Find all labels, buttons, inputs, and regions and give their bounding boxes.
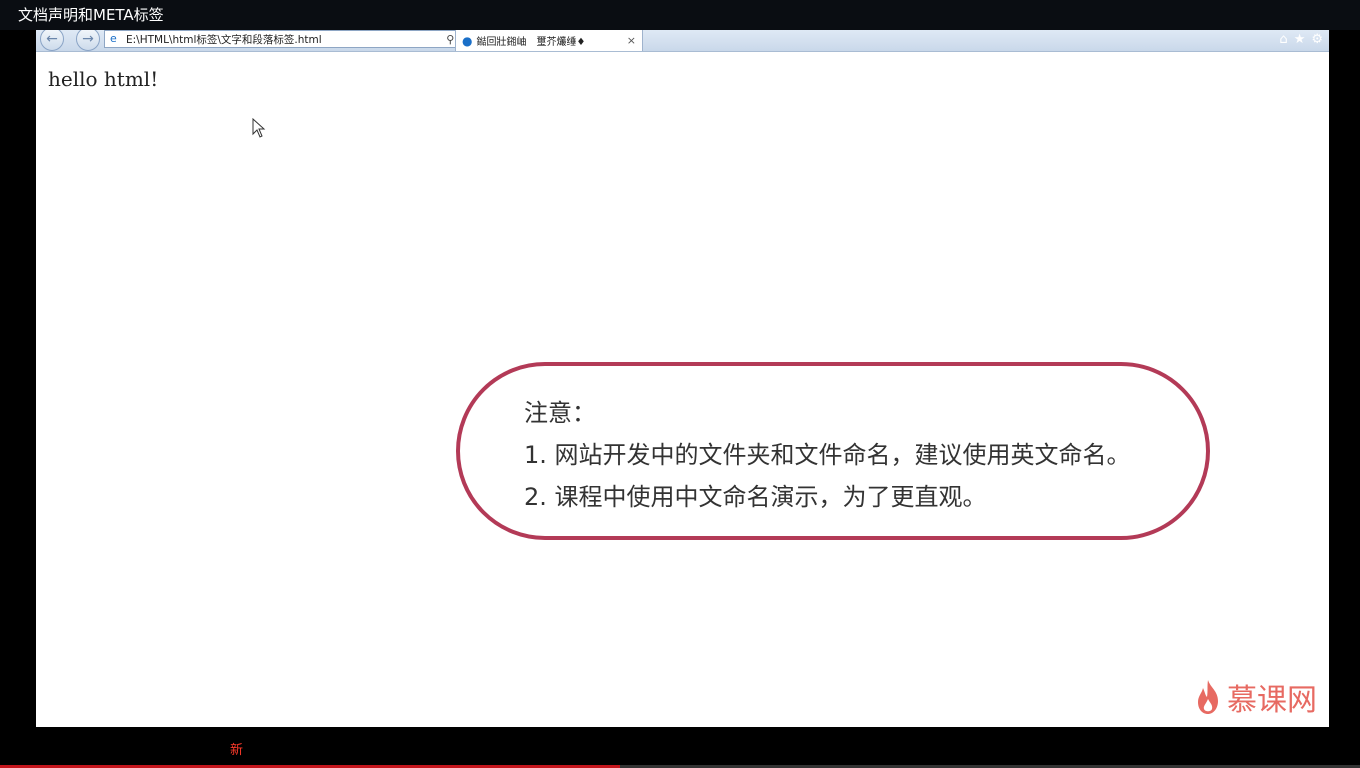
page-content-text: hello html! — [48, 67, 159, 91]
note-heading: 注意： — [524, 399, 596, 427]
logo-text: 慕课网 — [1227, 683, 1317, 718]
mouse-cursor-icon — [252, 118, 266, 138]
bottom-label: 新 — [230, 743, 244, 758]
forward-icon: → — [82, 31, 94, 47]
address-url[interactable]: E:\HTML\html标签\文字和段落标签.html — [126, 32, 446, 47]
back-icon: ← — [46, 31, 58, 47]
browser-toolbar: ← → e E:\HTML\html标签\文字和段落标签.html ⚲ ▾ ↻ … — [36, 30, 1329, 52]
browser-tab[interactable]: ● 鐑回壯鎺岫 璽芥爜缍♦ × — [455, 30, 643, 51]
note-line-2: 2. 课程中使用中文命名演示，为了更直观。 — [524, 483, 987, 511]
note-line-1: 1. 网站开发中的文件夹和文件命名，建议使用英文命名。 — [524, 441, 1131, 469]
player-bottom-bar: 新 — [0, 727, 1360, 768]
note-callout: 注意： 1. 网站开发中的文件夹和文件命名，建议使用英文命名。 2. 课程中使用… — [456, 362, 1210, 540]
star-icon[interactable]: ★ — [1294, 32, 1306, 47]
tab-close-button[interactable]: × — [627, 34, 636, 47]
browser-toolbar-icons: ⌂ ★ ⚙ — [1279, 30, 1323, 48]
home-icon[interactable]: ⌂ — [1279, 32, 1287, 47]
gear-icon[interactable]: ⚙ — [1311, 32, 1323, 47]
address-bar[interactable]: e E:\HTML\html标签\文字和段落标签.html ⚲ ▾ ↻ — [104, 30, 488, 48]
screen-area: ← → e E:\HTML\html标签\文字和段落标签.html ⚲ ▾ ↻ … — [36, 30, 1329, 727]
imooc-logo: 慕课网 — [1195, 675, 1317, 719]
back-button[interactable]: ← — [40, 30, 64, 51]
ie-tab-icon: ● — [462, 33, 473, 48]
search-icon[interactable]: ⚲ — [446, 33, 454, 46]
flame-icon — [1198, 680, 1218, 714]
tab-label: 鐑回壯鎺岫 璽芥爜缍♦ — [476, 37, 586, 48]
ie-page-icon: e — [110, 32, 117, 45]
player-title: 文档声明和META标签 — [0, 0, 1360, 30]
forward-button[interactable]: → — [76, 30, 100, 51]
